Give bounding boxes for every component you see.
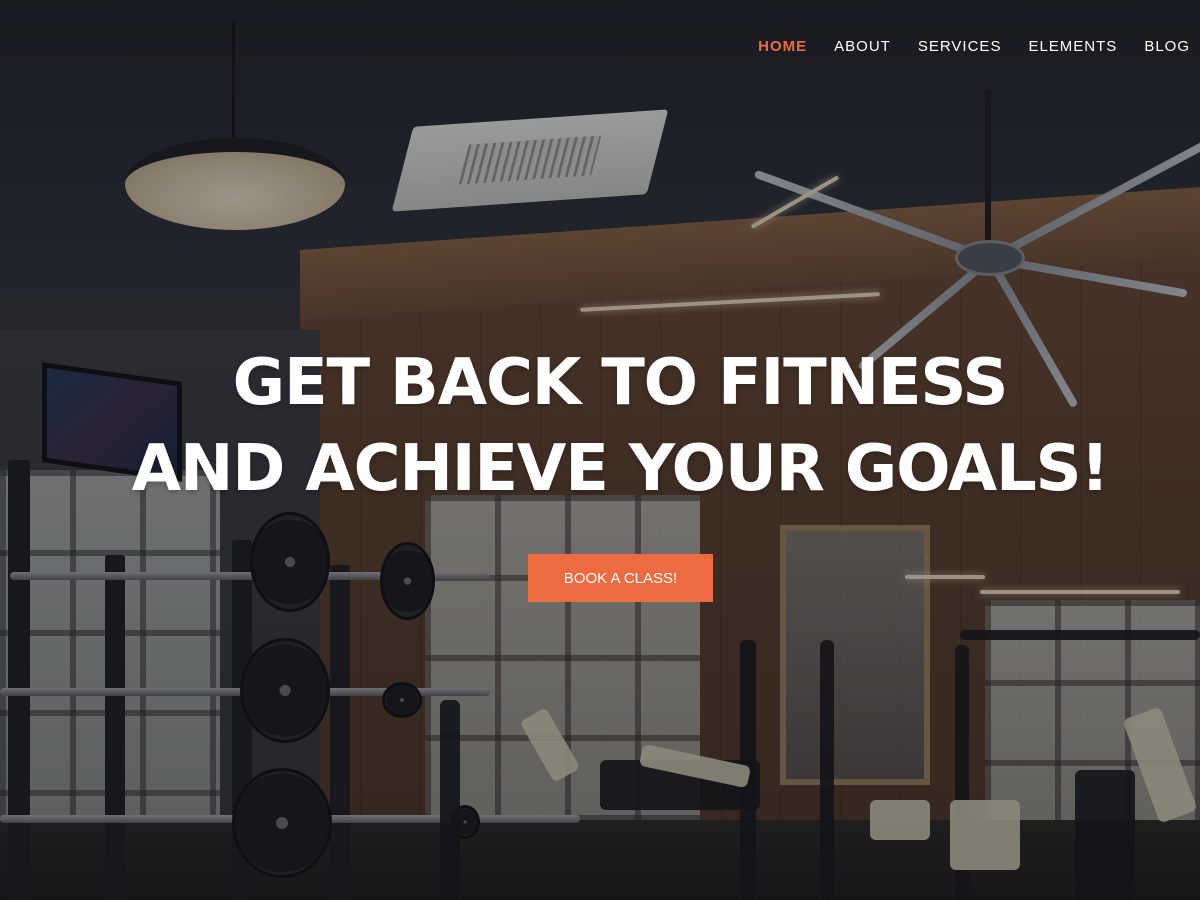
nav-item-elements[interactable]: ELEMENTS — [1028, 38, 1117, 55]
nav-item-about[interactable]: ABOUT — [834, 38, 891, 55]
nav-item-home[interactable]: HOME — [758, 38, 807, 55]
hero-headline-line2: AND ACHIEVE YOUR GOALS! — [131, 432, 1110, 506]
hero-headline: GET BACK TO FITNESS AND ACHIEVE YOUR GOA… — [0, 340, 1200, 512]
nav-item-blog[interactable]: BLOG — [1144, 38, 1190, 55]
hero-headline-line1: GET BACK TO FITNESS — [232, 346, 1009, 420]
main-nav: HOME ABOUT SERVICES ELEMENTS BLOG — [758, 38, 1190, 55]
nav-item-services[interactable]: SERVICES — [918, 38, 1002, 55]
book-class-button[interactable]: BOOK A CLASS! — [528, 554, 713, 602]
